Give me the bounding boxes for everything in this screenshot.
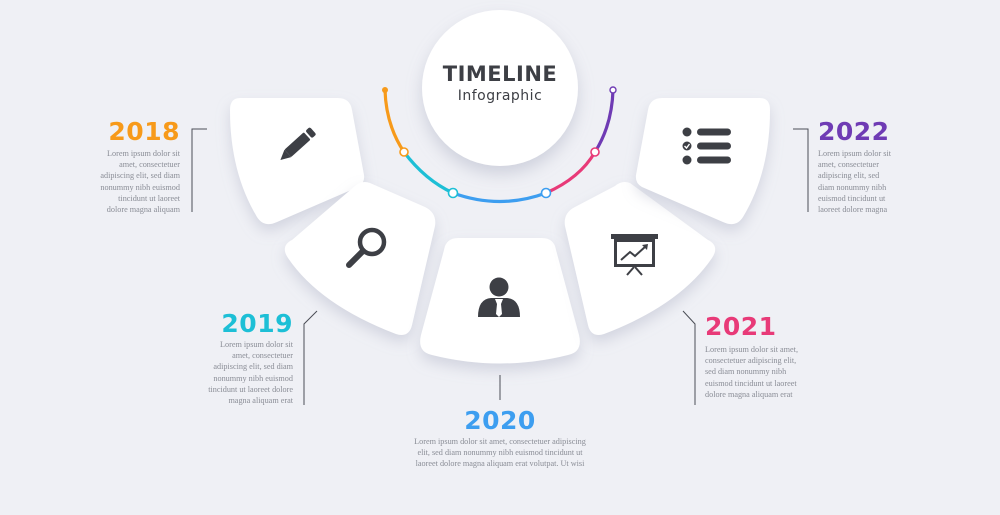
desc-line: elit, sed diam nonummy nibh euismod tinc… <box>417 448 583 458</box>
desc-line: adipiscing elit, sed <box>818 171 880 181</box>
arc-node-2021 <box>590 147 600 157</box>
desc-line: dolore magna aliquam <box>106 205 180 215</box>
desc-line: laoreet dolore magna aliquam erat volutp… <box>415 459 585 469</box>
year-label-2019: 2019 <box>221 309 293 338</box>
arc-start-dot <box>382 87 388 93</box>
connector-2018 <box>191 128 207 212</box>
desc-line: magna aliquam erat <box>228 396 293 406</box>
milestone-desc-2019: Lorem ipsum dolor sit amet, consectetuer a… <box>208 339 293 406</box>
year-label-2022: 2022 <box>818 117 890 146</box>
checklist-icon <box>682 127 731 165</box>
arc-node-2019 <box>447 187 459 199</box>
desc-line: Lorem ipsum dolor sit <box>818 149 891 158</box>
milestone-desc-2018: Lorem ipsum dolor sit amet, consectetuer a… <box>100 148 180 215</box>
milestone-desc-2021: Lorem ipsum dolor sit amet, consectetuer … <box>705 344 798 400</box>
arc-end-dot <box>609 86 617 94</box>
desc-line: diam nonummy nibh <box>818 182 887 192</box>
milestone-desc-2020: Lorem ipsum dolor sit amet, consectetuer… <box>0 436 1000 470</box>
connector-2021 <box>682 310 696 405</box>
desc-line: sed diam nonummy nibh <box>705 367 787 377</box>
desc-line: laoreet dolore magna <box>818 205 888 215</box>
connector-2022 <box>793 128 809 212</box>
desc-line: nonummy nibh euismod <box>213 373 293 383</box>
desc-line: dolore magna aliquam erat <box>705 389 793 399</box>
desc-line: nonummy nibh euismod <box>100 182 180 192</box>
desc-line: euismod tincidunt ut laoreet <box>705 378 797 388</box>
desc-line: Lorem ipsum dolor sit <box>220 340 293 349</box>
milestone-desc-2022: Lorem ipsum dolor sit amet, consectetuer a… <box>818 148 891 215</box>
desc-line: adipiscing elit, sed diam <box>213 362 293 372</box>
desc-line: Lorem ipsum dolor sit amet, <box>705 345 799 354</box>
desc-line: euismod tincidunt ut <box>818 193 886 203</box>
page-subtitle: Infographic <box>457 88 543 104</box>
arc-node-2018 <box>399 147 409 157</box>
desc-line: tincidunt ut laoreet dolore <box>208 384 293 394</box>
desc-line: amet, consectetuer <box>232 351 293 361</box>
page-title: TIMELINE <box>442 62 558 86</box>
desc-line: amet, consectetuer <box>818 160 879 170</box>
desc-line: amet, consectetuer <box>119 160 180 170</box>
year-label-2021: 2021 <box>705 312 777 341</box>
desc-line: Lorem ipsum dolor sit <box>107 149 180 158</box>
desc-line: consectetuer adipiscing elit, <box>705 356 797 366</box>
timeline-infographic: TIMELINE Infographic 2018 Lorem ipsum do… <box>0 0 1000 515</box>
year-label-2018: 2018 <box>108 117 180 146</box>
desc-line: adipiscing elit, sed diam <box>100 171 180 181</box>
desc-line: Lorem ipsum dolor sit amet, consectetuer… <box>414 437 586 446</box>
arc-node-2020 <box>540 187 552 199</box>
year-label-2020: 2020 <box>464 406 536 435</box>
desc-line: tincidunt ut laoreet <box>118 193 180 203</box>
title-block: TIMELINE Infographic <box>422 16 578 164</box>
connector-2019 <box>303 310 318 405</box>
